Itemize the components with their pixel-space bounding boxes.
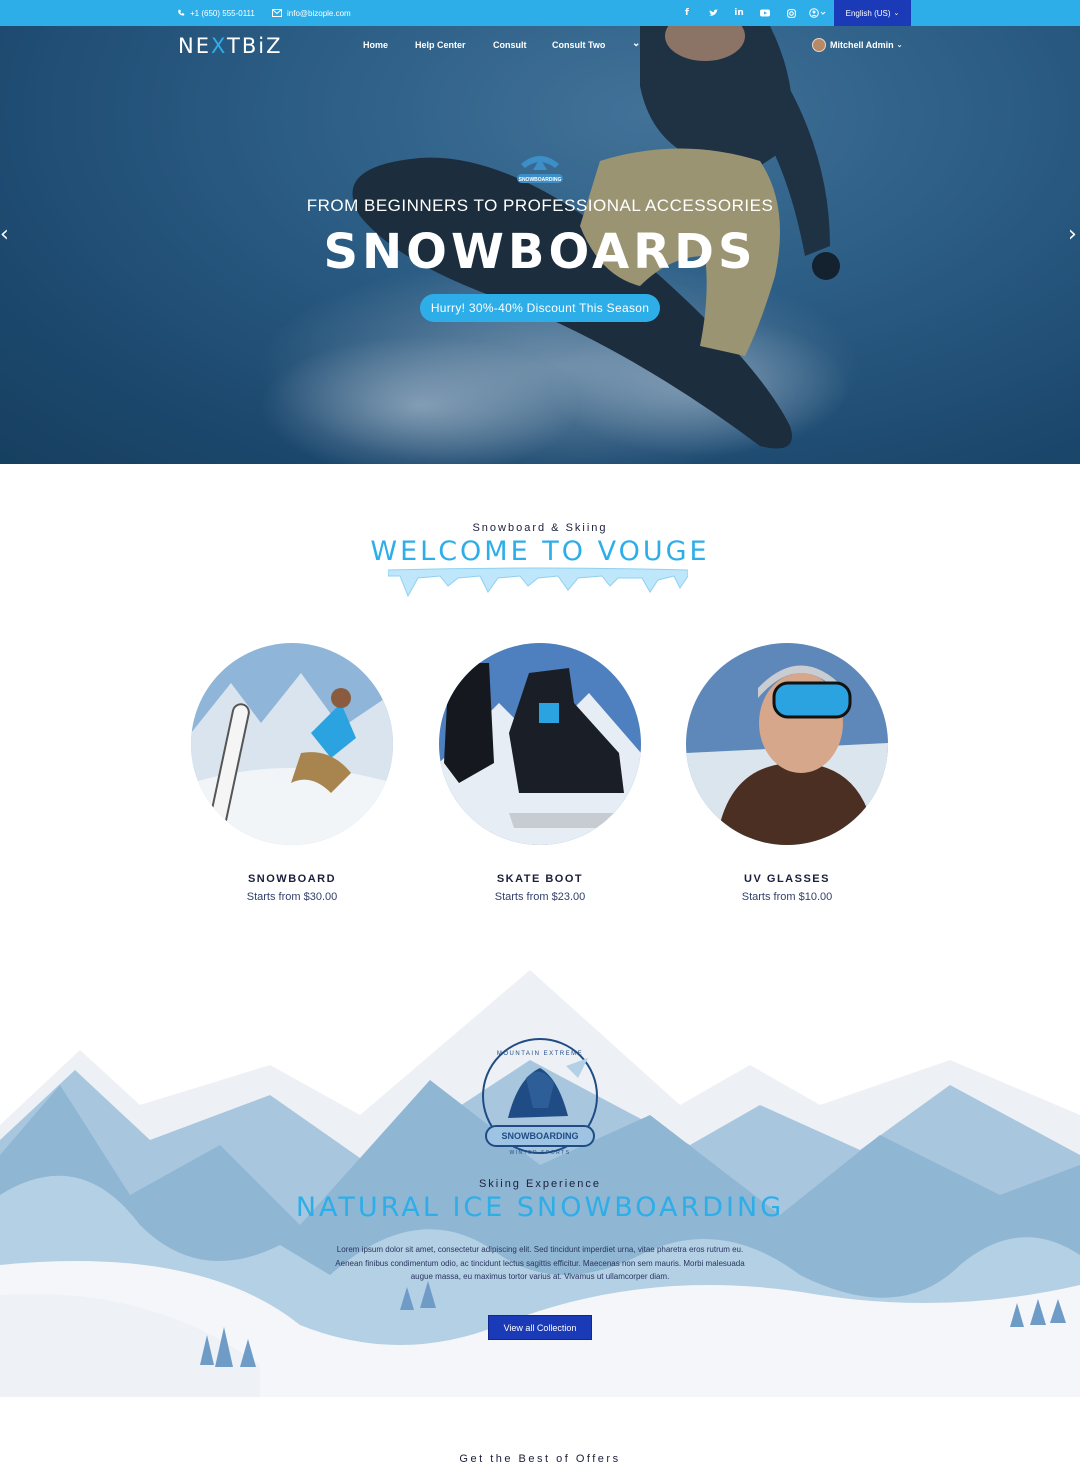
chevron-down-icon: ⌄ — [896, 42, 903, 49]
nav-help-center[interactable]: Help Center — [415, 40, 466, 50]
top-bar: +1 (650) 555-0111 info@bizople.com f in … — [0, 0, 1080, 26]
snowboard-image — [191, 643, 393, 845]
chevron-down-icon: ⌄ — [893, 10, 900, 17]
avatar — [812, 38, 826, 52]
product-card-snowboard[interactable]: SNOWBOARD Starts from $30.00 — [182, 643, 402, 913]
product-price: Starts from $10.00 — [741, 891, 833, 903]
youtube-icon[interactable] — [758, 6, 772, 20]
linkedin-icon[interactable]: in — [732, 6, 746, 20]
language-selector[interactable]: English (US) ⌄ — [834, 0, 911, 26]
email-contact[interactable]: info@bizople.com — [272, 0, 351, 26]
uv-glasses-image — [686, 643, 888, 845]
product-card-skate-boot[interactable]: SKATE BOOT Starts from $23.00 — [430, 643, 650, 913]
nav-consult-two[interactable]: Consult Two — [552, 40, 605, 50]
nav-home[interactable]: Home — [363, 40, 388, 50]
facebook-icon[interactable]: f — [680, 6, 694, 20]
skate-boot-image — [439, 643, 641, 845]
mail-icon — [272, 9, 282, 17]
product-price: Starts from $23.00 — [494, 891, 586, 903]
emblem-bottom-text: WINTER SPORTS — [509, 1150, 570, 1156]
emblem-main-text: SNOWBOARDING — [502, 1131, 579, 1141]
phone-icon — [178, 9, 185, 16]
user-name: Mitchell Admin — [830, 40, 894, 50]
product-name: UV GLASSES — [744, 873, 830, 885]
site-logo[interactable]: NEXTBiZ — [178, 34, 282, 58]
hero-subtitle: FROM BEGINNERS TO PROFESSIONAL ACCESSORI… — [306, 196, 774, 215]
experience-kicker: Skiing Experience — [478, 1178, 602, 1190]
hero-title: SNOWBOARDS — [323, 224, 757, 280]
product-name: SNOWBOARD — [247, 873, 337, 885]
account-icon[interactable] — [808, 6, 828, 20]
product-card-uv-glasses[interactable]: UV GLASSES Starts from $10.00 — [677, 643, 897, 913]
product-name: SKATE BOOT — [496, 873, 584, 885]
nav-consult[interactable]: Consult — [493, 40, 527, 50]
hero-banner: NEXTBiZ Home Help Center Consult Consult… — [0, 26, 1080, 464]
discount-button[interactable]: Hurry! 30%-40% Discount This Season — [420, 294, 660, 322]
language-label: English (US) — [845, 8, 891, 18]
twitter-icon[interactable] — [706, 6, 720, 20]
snowboarding-emblem-icon: SNOWBOARDING WINTER SPORTS MOUNTAIN EXTR… — [482, 1038, 598, 1156]
product-price: Starts from $30.00 — [246, 891, 338, 903]
phone-contact[interactable]: +1 (650) 555-0111 — [177, 0, 255, 26]
email-address: info@bizople.com — [287, 8, 351, 18]
next-slide-arrow-icon[interactable]: › — [1068, 222, 1077, 247]
user-menu[interactable]: Mitchell Admin ⌄ — [812, 38, 903, 52]
previous-slide-arrow-icon[interactable]: ‹ — [0, 222, 9, 247]
emblem-top-text: MOUNTAIN EXTREME — [497, 1051, 583, 1057]
welcome-title: WELCOME TO VOUGE — [370, 536, 710, 567]
instagram-icon[interactable] — [784, 6, 798, 20]
experience-title: NATURAL ICE SNOWBOARDING — [295, 1192, 785, 1223]
ice-decoration — [388, 567, 688, 598]
nav-more-chevron-icon[interactable]: ⌄ — [632, 38, 640, 49]
hero-badge-text: SNOWBOARDING — [519, 177, 562, 183]
snowboarding-badge-icon: SNOWBOARDING — [517, 156, 563, 183]
welcome-kicker: Snowboard & Skiing — [472, 522, 608, 534]
offers-kicker: Get the Best of Offers — [459, 1453, 621, 1463]
view-all-collection-button[interactable]: View all Collection — [488, 1315, 592, 1340]
phone-number: +1 (650) 555-0111 — [190, 8, 255, 18]
experience-description: Lorem ipsum dolor sit amet, consectetur … — [335, 1245, 745, 1281]
